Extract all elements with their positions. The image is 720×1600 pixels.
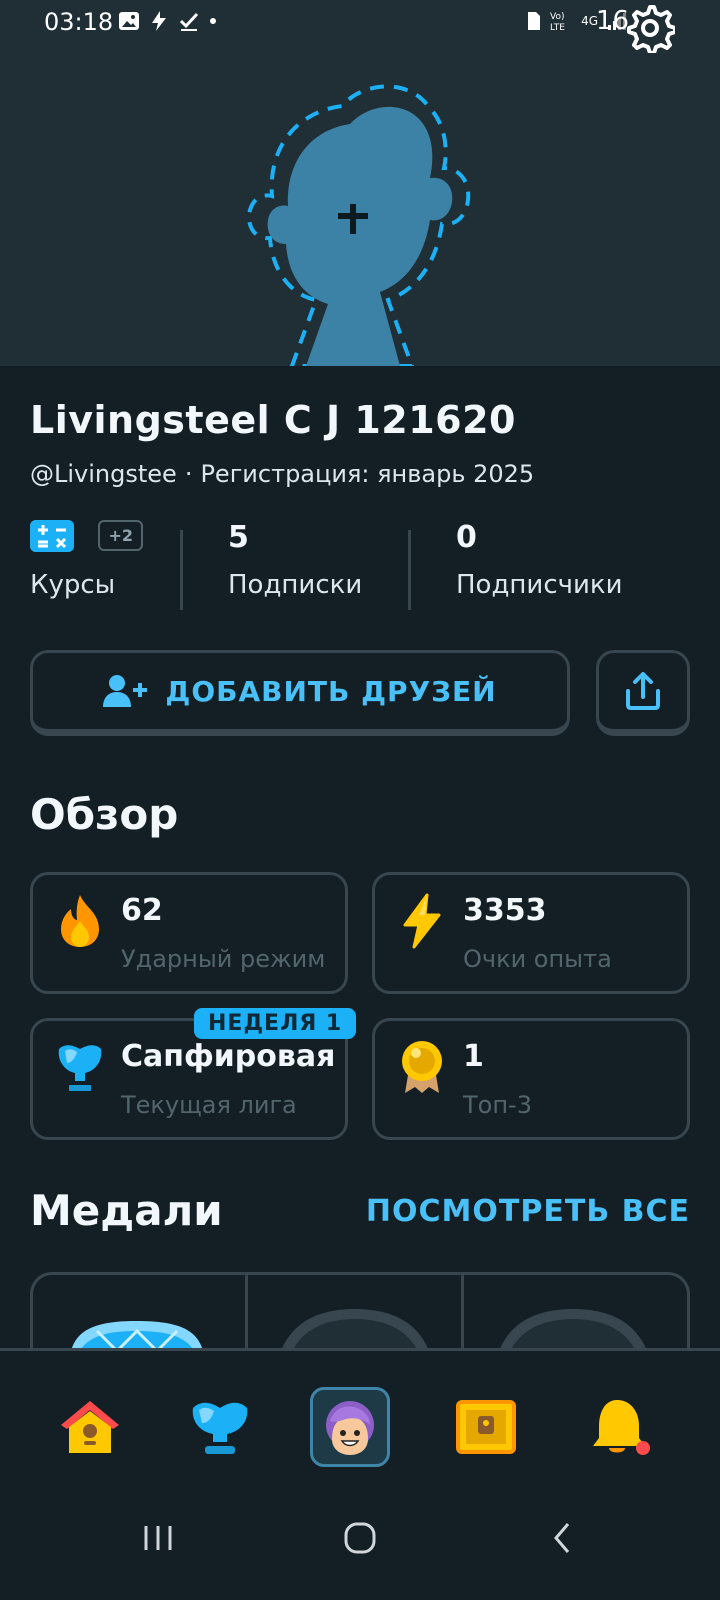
status-bar: 03:18 Vo) LTE 4G 16	[0, 0, 720, 48]
share-button[interactable]	[596, 650, 690, 736]
courses-label: Курсы	[30, 570, 116, 600]
streak-value: 62	[121, 893, 163, 928]
see-all-link[interactable]: ПОСМОТРЕТЬ ВСЕ	[366, 1194, 690, 1229]
top3-value: 1	[463, 1039, 484, 1074]
fire-icon	[61, 895, 99, 947]
nav-leagues[interactable]	[180, 1387, 260, 1467]
share-icon	[626, 672, 660, 710]
nav-quests[interactable]	[446, 1387, 526, 1467]
svg-text:Vo): Vo)	[550, 12, 564, 22]
medal-icon	[402, 1041, 442, 1093]
profile-joined: Регистрация: январь 2025	[200, 460, 535, 488]
divider	[245, 1275, 248, 1352]
profile-username: @Livingstee	[30, 460, 177, 488]
home-icon	[61, 1401, 119, 1453]
top3-label: Топ-3	[463, 1091, 532, 1119]
avatar-add-button[interactable]	[232, 68, 492, 368]
divider	[408, 530, 411, 610]
following-count: 5	[228, 520, 249, 555]
back-icon	[554, 1523, 570, 1553]
add-user-icon	[103, 675, 148, 707]
locked-medal-icon	[498, 1309, 648, 1352]
following-stat[interactable]: 5 Подписки	[228, 520, 362, 600]
profile-subtitle: @Livingstee · Регистрация: январь 2025	[30, 460, 534, 488]
nav-home[interactable]	[50, 1387, 130, 1467]
recent-apps-icon	[144, 1526, 172, 1550]
divider	[461, 1275, 464, 1352]
medals-row[interactable]	[30, 1272, 690, 1352]
status-time: 03:18	[44, 8, 114, 36]
check-icon	[179, 12, 199, 31]
settings-button[interactable]	[622, 2, 678, 54]
streak-label: Ударный режим	[121, 945, 326, 973]
home-circle-icon	[344, 1522, 376, 1554]
back-button[interactable]	[522, 1508, 602, 1568]
volte-icon: Vo)LTE	[550, 12, 565, 32]
flash-icon	[152, 11, 166, 31]
league-value: Сапфировая	[121, 1039, 336, 1074]
xp-value: 3353	[463, 893, 547, 928]
subtitle-separator: ·	[184, 460, 193, 488]
top3-card: 1 Топ-3	[372, 1018, 690, 1140]
medals-title: Медали	[30, 1186, 223, 1235]
nav-profile[interactable]	[310, 1387, 390, 1467]
followers-count: 0	[456, 520, 477, 555]
gear-icon	[627, 5, 675, 53]
divider	[180, 530, 183, 610]
notifications-icon	[593, 1400, 650, 1455]
courses-extra-badge: +2	[98, 520, 143, 551]
svg-text:LTE: LTE	[550, 23, 565, 32]
add-friends-label: ДОБАВИТЬ ДРУЗЕЙ	[165, 674, 497, 708]
followers-stat[interactable]: 0 Подписчики	[456, 520, 623, 600]
add-friends-button[interactable]: ДОБАВИТЬ ДРУЗЕЙ	[30, 650, 570, 736]
bottom-navigation	[0, 1348, 720, 1471]
system-navigation	[0, 1480, 720, 1600]
lightning-icon	[403, 893, 441, 949]
overview-title: Обзор	[30, 790, 179, 839]
dot-icon	[210, 18, 216, 24]
sim-icon	[528, 12, 541, 30]
league-label: Текущая лига	[121, 1091, 297, 1119]
chest-icon	[456, 1400, 516, 1454]
xp-label: Очки опыта	[463, 945, 612, 973]
streak-card: 62 Ударный режим	[30, 872, 348, 994]
week-badge: НЕДЕЛЯ 1	[194, 1008, 357, 1039]
add-avatar-icon	[247, 84, 471, 368]
league-icon	[192, 1402, 248, 1454]
locked-medal-icon	[280, 1309, 430, 1352]
image-icon	[119, 12, 139, 30]
courses-stat[interactable]: +2 Курсы	[30, 520, 143, 600]
nav-notifications[interactable]	[580, 1387, 660, 1467]
course-flag-icon	[30, 520, 74, 552]
profile-name: Livingsteel C J 121620	[30, 398, 516, 442]
home-system-button[interactable]	[320, 1508, 400, 1568]
profile-icon	[326, 1401, 374, 1455]
sapphire-medal-icon	[71, 1321, 203, 1352]
sapphire-league-icon	[58, 1045, 102, 1091]
followers-label: Подписчики	[456, 570, 623, 600]
xp-card: 3353 Очки опыта	[372, 872, 690, 994]
profile-stats: +2 Курсы 5 Подписки 0 Подписчики	[30, 520, 690, 616]
recent-apps-button[interactable]	[118, 1508, 198, 1568]
following-label: Подписки	[228, 570, 363, 600]
